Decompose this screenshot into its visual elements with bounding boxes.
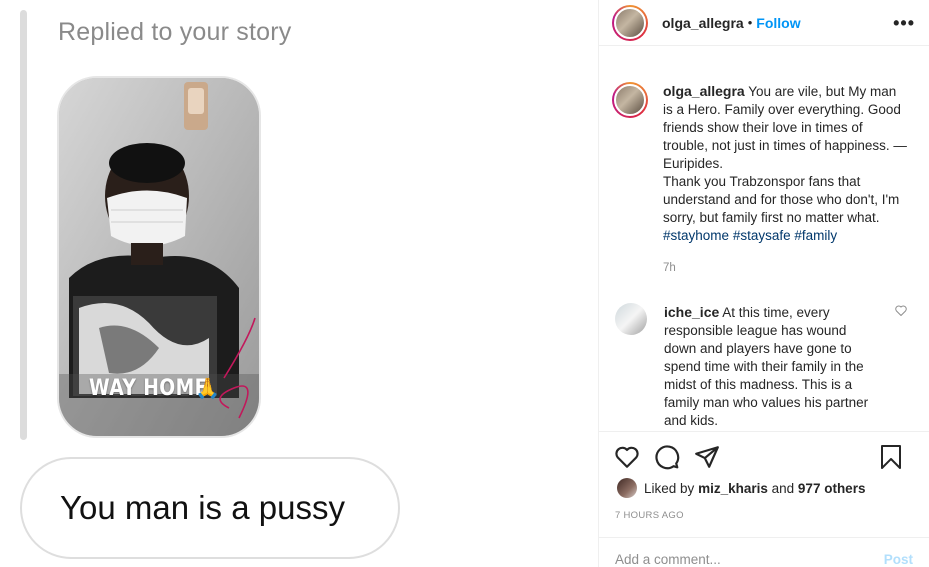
- header-username[interactable]: olga_allegra: [662, 15, 744, 31]
- reply-message-bubble: You man is a pussy: [20, 457, 400, 559]
- comment-like-heart-icon[interactable]: [895, 305, 907, 319]
- reply-rail: [20, 10, 27, 440]
- share-icon[interactable]: [694, 444, 720, 470]
- comment-item: iche_ice At this time, every responsible…: [612, 303, 915, 430]
- add-comment-box: Post: [599, 537, 929, 567]
- hashtag-link[interactable]: #staysafe: [733, 228, 791, 243]
- post-panel: olga_allegra • Follow ••• olga_allegra Y…: [598, 0, 929, 567]
- avatar[interactable]: [612, 4, 648, 41]
- story-overlay-text: WAY HOME: [89, 376, 208, 401]
- story-thumbnail: WAY HOME 🙏: [57, 76, 261, 438]
- likes-joiner: and: [771, 480, 795, 496]
- likes-summary: Liked by miz_kharis and 977 others: [617, 478, 865, 498]
- more-options-icon[interactable]: •••: [893, 13, 915, 34]
- separator-dot: •: [747, 15, 753, 30]
- bookmark-icon[interactable]: [879, 444, 905, 470]
- hashtag-link[interactable]: #family: [794, 228, 837, 243]
- comment-username[interactable]: iche_ice: [664, 304, 719, 320]
- caption-hashtags: #stayhome #staysafe #family: [663, 228, 837, 243]
- post-header: olga_allegra • Follow •••: [599, 0, 929, 46]
- post-comment-button[interactable]: Post: [884, 552, 913, 567]
- praying-hands-emoji: 🙏: [195, 378, 220, 400]
- story-reply-image: Replied to your story WAY HOME 🙏 You man…: [0, 0, 598, 567]
- replied-caption: Replied to your story: [58, 18, 292, 46]
- heart-icon[interactable]: [614, 444, 640, 470]
- post-caption: olga_allegra You are vile, but My man is…: [612, 82, 915, 277]
- likes-others-count[interactable]: 977 others: [798, 481, 866, 496]
- caption-time[interactable]: 7h: [663, 259, 907, 277]
- liker-username[interactable]: miz_kharis: [698, 481, 768, 496]
- action-bar: [599, 431, 929, 481]
- commenter-avatar[interactable]: [615, 303, 647, 335]
- caption-username[interactable]: olga_allegra: [663, 83, 745, 99]
- comments-list[interactable]: olga_allegra You are vile, but My man is…: [599, 58, 929, 430]
- comment-text: At this time, every responsible league h…: [664, 305, 869, 428]
- comment-input[interactable]: [615, 552, 855, 567]
- comment-icon[interactable]: [654, 444, 680, 470]
- reply-message-text: You man is a pussy: [60, 489, 345, 526]
- caption-avatar[interactable]: [612, 82, 648, 118]
- hashtag-link[interactable]: #stayhome: [663, 228, 729, 243]
- follow-button[interactable]: Follow: [756, 15, 800, 31]
- post-time-ago[interactable]: 7 HOURS AGO: [615, 510, 684, 521]
- liker-avatar[interactable]: [617, 478, 637, 498]
- likes-prefix: Liked by: [644, 480, 695, 496]
- caption-text: You are vile, but My man is a Hero. Fami…: [663, 84, 907, 225]
